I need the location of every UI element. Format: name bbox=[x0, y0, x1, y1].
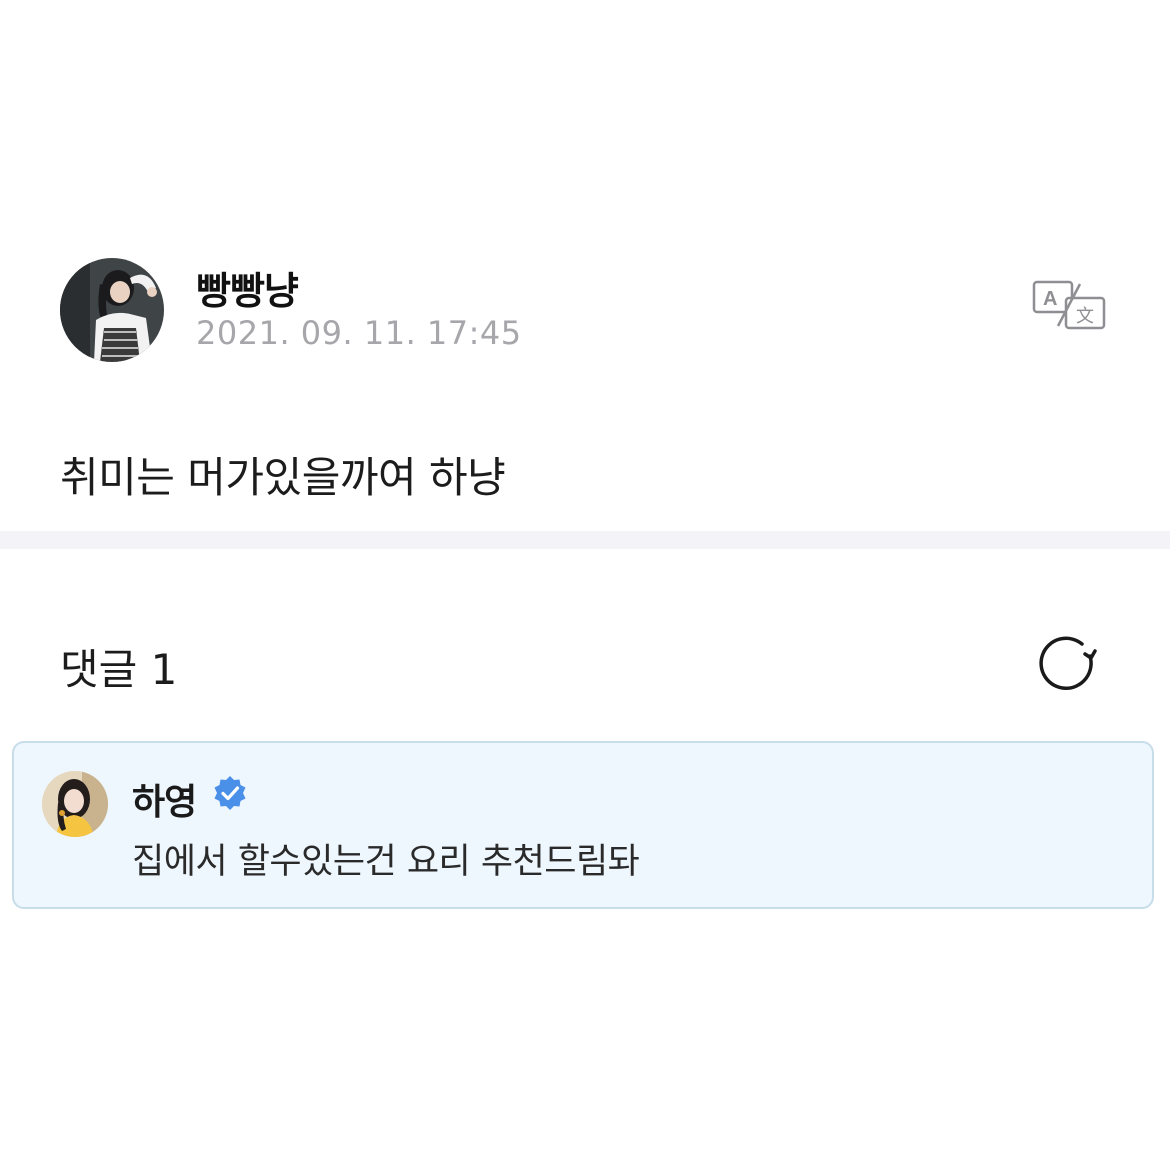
refresh-icon bbox=[1039, 636, 1097, 690]
comment-text: 집에서 할수있는건 요리 추천드림돠 bbox=[132, 842, 640, 882]
refresh-comments-button[interactable] bbox=[1036, 632, 1100, 696]
author-avatar-image bbox=[60, 258, 164, 362]
comments-count-header: 댓글 1 bbox=[60, 645, 178, 694]
comment-item: 하영 집에서 할수있는건 요리 추천드림돠 bbox=[12, 741, 1154, 909]
post-body-text: 취미는 머가있을까여 하냥 bbox=[60, 453, 506, 502]
translate-icon: A 文 bbox=[1032, 280, 1106, 330]
verified-badge-icon bbox=[212, 775, 248, 811]
commenter-avatar-image bbox=[42, 771, 108, 837]
commenter-avatar[interactable] bbox=[42, 771, 108, 837]
post-header: 빵빵냥 2021. 09. 11. 17:45 A 文 bbox=[60, 258, 1110, 362]
translate-button[interactable]: A 文 bbox=[1032, 280, 1106, 332]
svg-text:文: 文 bbox=[1076, 306, 1094, 327]
section-divider bbox=[0, 531, 1170, 549]
author-avatar[interactable] bbox=[60, 258, 164, 362]
post-timestamp: 2021. 09. 11. 17:45 bbox=[196, 314, 522, 352]
svg-text:A: A bbox=[1043, 288, 1057, 310]
author-name[interactable]: 빵빵냥 bbox=[196, 260, 299, 315]
commenter-name[interactable]: 하영 bbox=[132, 773, 197, 825]
